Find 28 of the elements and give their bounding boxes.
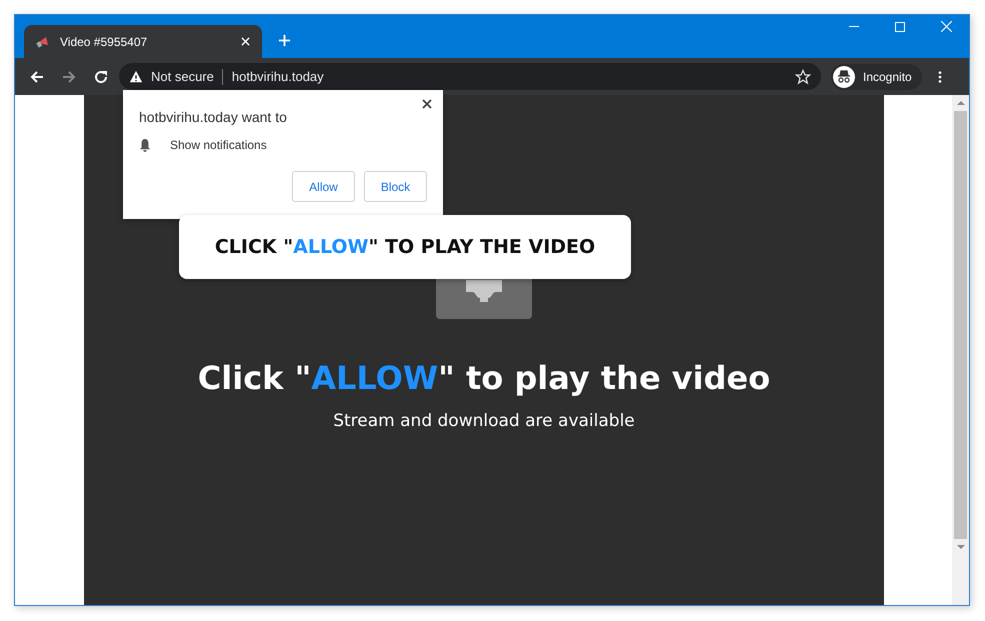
block-button[interactable]: Block	[364, 171, 427, 202]
url-text: hotbvirihu.today	[232, 69, 324, 84]
back-icon[interactable]	[29, 68, 45, 84]
headline: Click "ALLOW" to play the video	[198, 359, 770, 397]
subtitle: Stream and download are available	[333, 411, 635, 431]
forward-icon[interactable]	[61, 68, 77, 84]
warning-icon	[129, 70, 143, 84]
new-tab-icon[interactable]	[278, 34, 291, 47]
address-bar[interactable]: Not secure hotbvirihu.today	[119, 63, 821, 90]
banner-text: CLICK "ALLOW" TO PLAY THE VIDEO	[214, 236, 596, 258]
incognito-icon	[833, 66, 855, 88]
bell-icon	[139, 138, 151, 152]
incognito-button[interactable]: Incognito	[831, 64, 922, 90]
tab-title: Video #5955407	[60, 34, 148, 48]
browser-tab[interactable]: Video #5955407	[24, 25, 262, 58]
allow-button[interactable]: Allow	[292, 171, 355, 202]
scrollbar[interactable]	[952, 95, 969, 605]
close-icon[interactable]	[422, 99, 432, 109]
star-icon[interactable]	[795, 68, 811, 84]
security-label[interactable]: Not secure	[151, 68, 223, 84]
menu-icon[interactable]	[938, 70, 942, 84]
maximize-icon[interactable]	[895, 22, 905, 32]
scroll-up-icon[interactable]	[956, 100, 964, 106]
scroll-down-icon[interactable]	[956, 544, 964, 550]
scroll-thumb[interactable]	[954, 111, 967, 539]
permission-text: Show notifications	[170, 138, 267, 152]
reload-icon[interactable]	[93, 68, 109, 84]
prompt-title: hotbvirihu.today want to	[139, 109, 288, 125]
